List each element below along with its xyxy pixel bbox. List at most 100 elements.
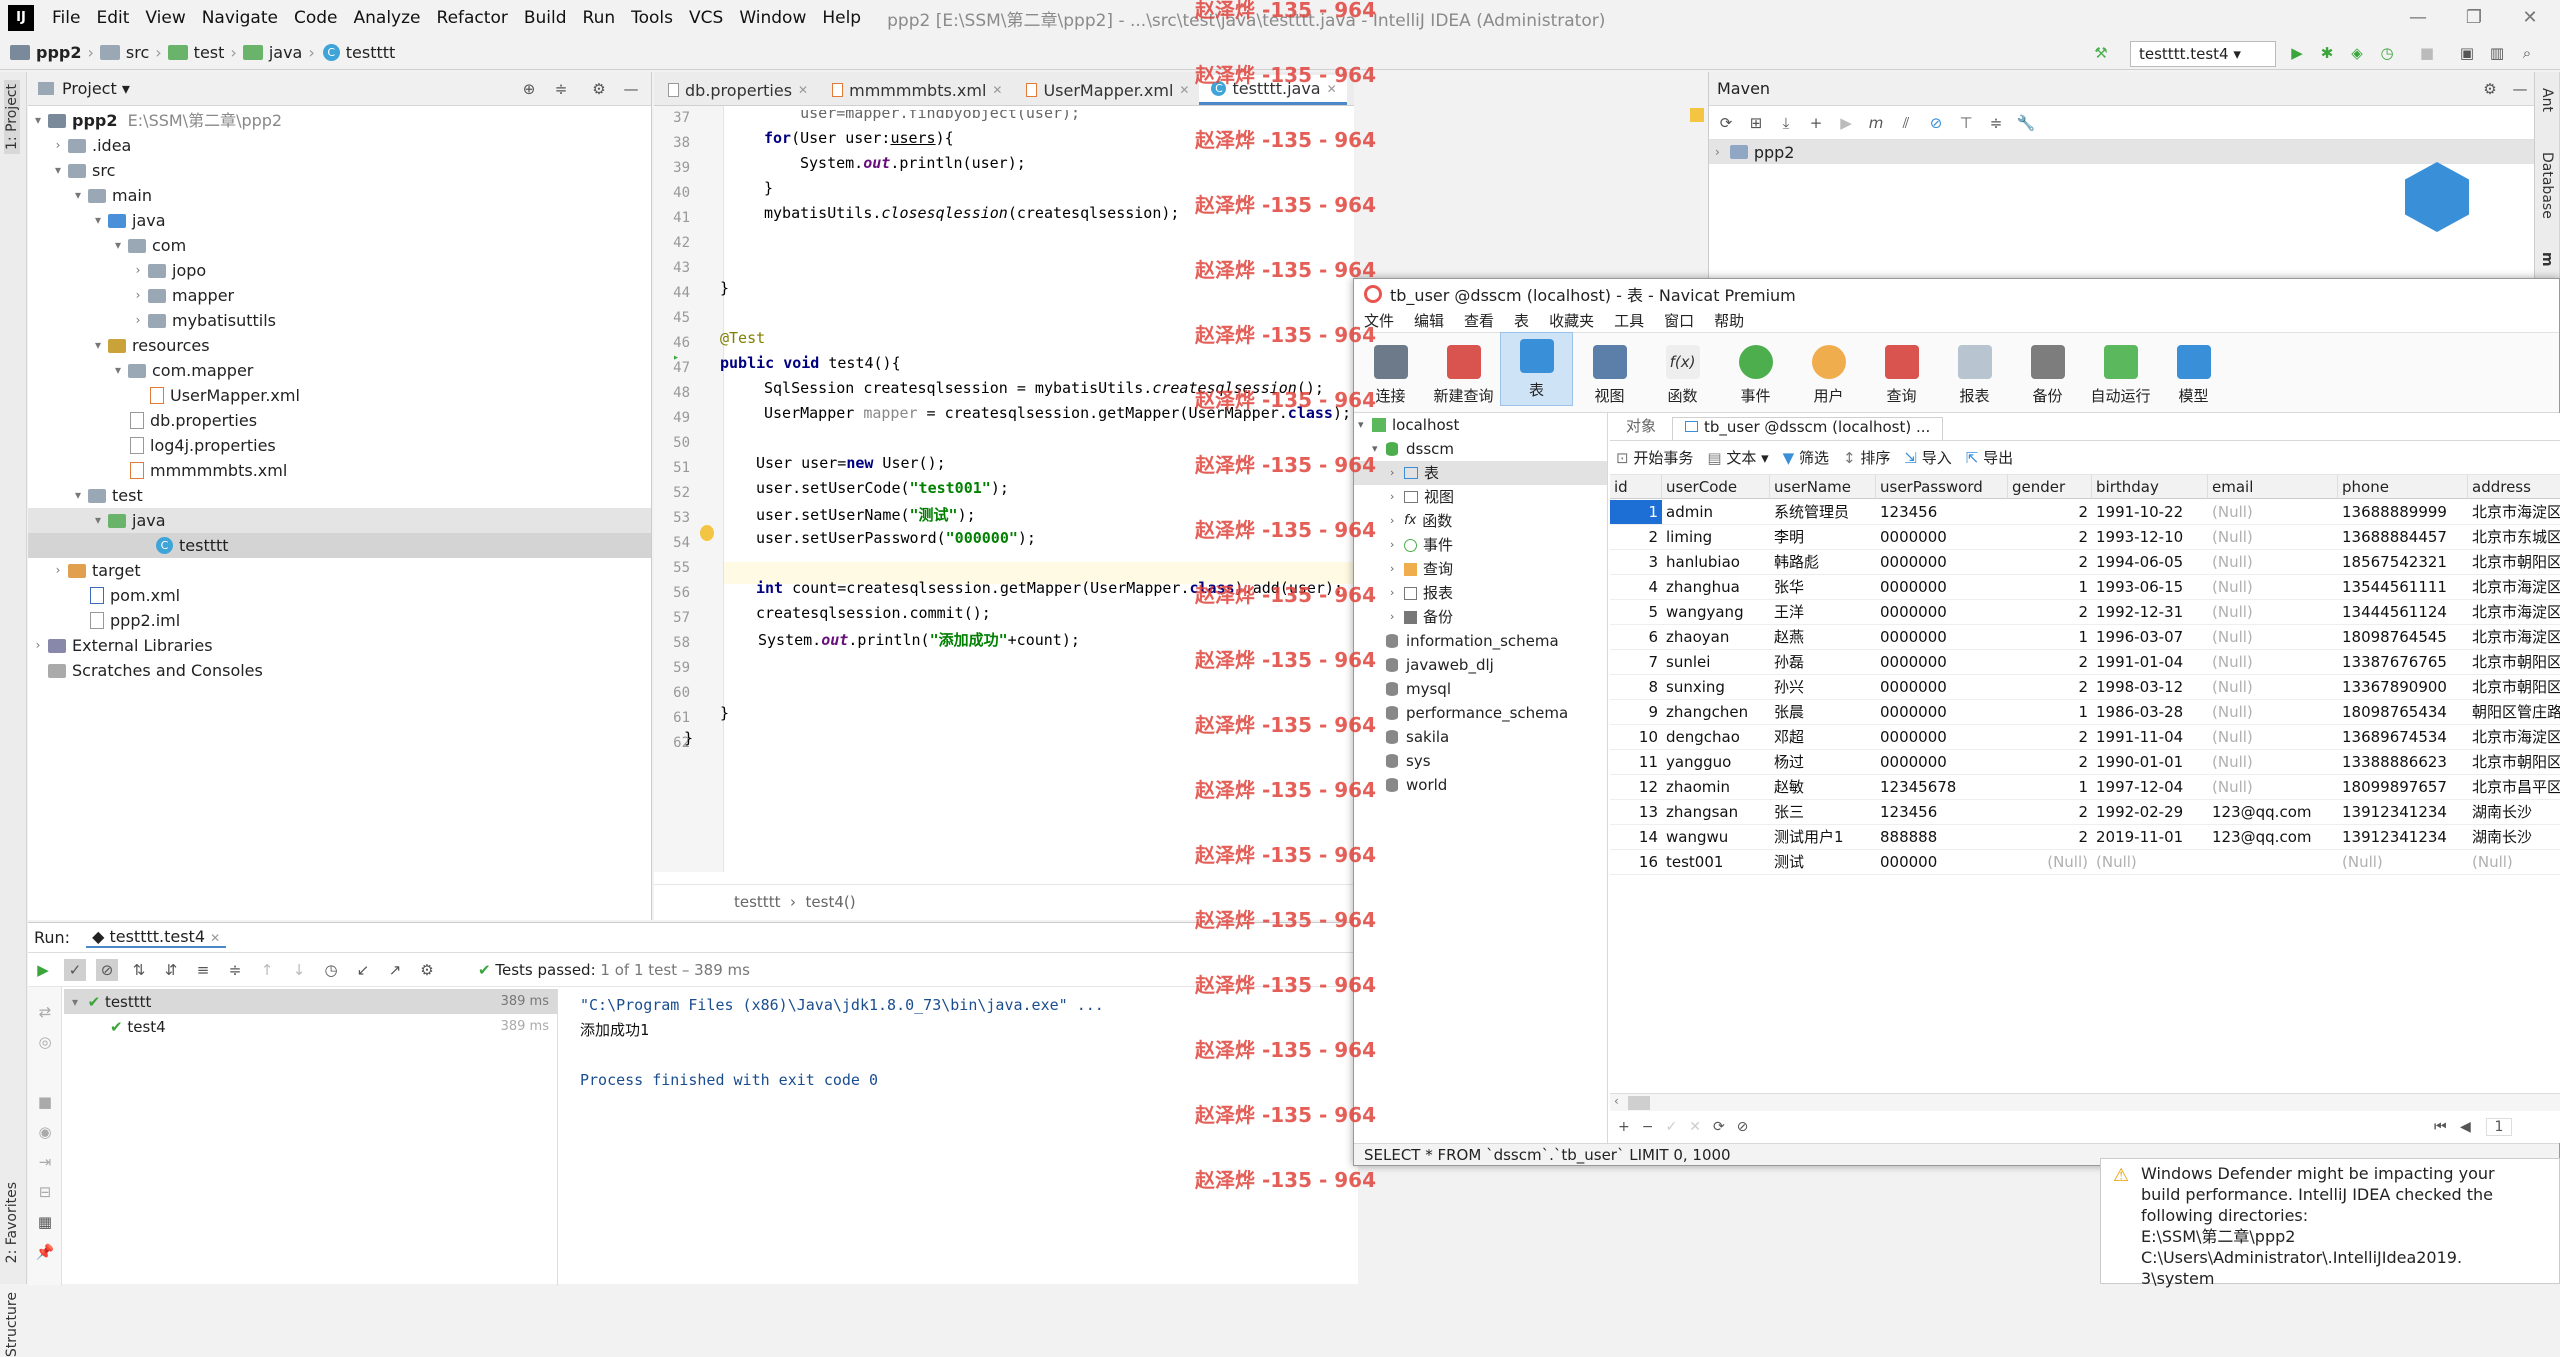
table-cell[interactable]: 湖南长沙	[2468, 825, 2560, 850]
ant-tool-tab[interactable]: Ant	[2539, 88, 2555, 112]
table-cell[interactable]: 14	[1610, 825, 1662, 850]
table-cell[interactable]: (Null)	[2208, 575, 2338, 600]
event-button[interactable]: 事件	[1719, 345, 1792, 406]
table-cell[interactable]: 2	[2008, 800, 2092, 825]
user-button[interactable]: 用户	[1792, 345, 1865, 406]
table-cell[interactable]: 1990-01-01	[2092, 750, 2208, 775]
table-cell[interactable]: 8	[1610, 675, 1662, 700]
column-header-birthday[interactable]: birthday	[2092, 475, 2208, 499]
nv-db-performance-schema[interactable]: performance_schema	[1386, 701, 1568, 725]
maximize-icon[interactable]: ❐	[2444, 4, 2504, 32]
run-icon[interactable]: ▶	[2286, 42, 2308, 64]
nv-menu-table[interactable]: 表	[1504, 310, 1539, 331]
run-tab[interactable]: ◆ testttt.test4 ✕	[86, 927, 227, 948]
menu-file[interactable]: File	[44, 8, 88, 28]
table-cell[interactable]: 9	[1610, 700, 1662, 725]
table-cell[interactable]: 北京市海淀区	[2468, 500, 2560, 525]
stop-icon[interactable]: ⊘	[1737, 1119, 1749, 1135]
table-cell[interactable]: zhanghua	[1662, 575, 1770, 600]
history-icon[interactable]: ◷	[320, 959, 342, 981]
column-header-gender[interactable]: gender	[2008, 475, 2092, 499]
reload-icon[interactable]: ⟳	[1715, 112, 1737, 134]
crumb-class-name[interactable]: testttt	[734, 893, 780, 911]
table-cell[interactable]: (Null)	[2208, 775, 2338, 800]
table-cell[interactable]: 北京市海淀区	[2468, 575, 2560, 600]
apply-icon[interactable]: ✓	[1665, 1119, 1677, 1135]
tree-node-idea[interactable]: › .idea	[50, 133, 132, 158]
collapse-all-icon[interactable]: ≑	[550, 78, 572, 100]
table-cell[interactable]: (Null)	[2208, 750, 2338, 775]
crumb-method-name[interactable]: test4()	[806, 893, 856, 911]
table-cell[interactable]: 张华	[1770, 575, 1876, 600]
table-cell[interactable]: 0000000	[1876, 550, 2008, 575]
tree-node-ppp2-iml[interactable]: ppp2.iml	[86, 608, 180, 633]
table-cell[interactable]: (Null)	[2008, 850, 2092, 875]
table-cell[interactable]: (Null)	[2092, 850, 2208, 875]
previous-failed-icon[interactable]: ↑	[256, 959, 278, 981]
nv-node-reports[interactable]: › 报表	[1390, 581, 1453, 605]
tab-mmmmmbts-xml[interactable]: mmmmmbts.xml ✕	[818, 75, 1012, 105]
tree-node-usermapper-xml[interactable]: UserMapper.xml	[146, 383, 300, 408]
pin-icon[interactable]: 📌	[34, 1241, 56, 1263]
nv-menu-edit[interactable]: 编辑	[1404, 310, 1454, 331]
table-cell[interactable]: 赵敏	[1770, 775, 1876, 800]
table-cell[interactable]: test001	[1662, 850, 1770, 875]
wrench-icon[interactable]: 🔧	[2015, 112, 2037, 134]
filter-button[interactable]: ▼ 筛选	[1783, 447, 1829, 468]
query-button[interactable]: 查询	[1865, 345, 1938, 406]
nv-db-sakila[interactable]: sakila	[1386, 725, 1449, 749]
menu-navigate[interactable]: Navigate	[194, 8, 286, 28]
tree-node-scratches[interactable]: Scratches and Consoles	[46, 658, 263, 683]
table-cell[interactable]: zhangchen	[1662, 700, 1770, 725]
column-header-id[interactable]: id	[1610, 475, 1662, 499]
skip-tests-icon[interactable]: ⊘	[1925, 112, 1947, 134]
new-query-button[interactable]: 新建查询	[1427, 345, 1500, 406]
profile-icon[interactable]: ◷	[2376, 42, 2398, 64]
backup-button[interactable]: 备份	[2011, 345, 2084, 406]
toggle-offline-icon[interactable]: ⫽	[1895, 112, 1917, 134]
table-cell[interactable]: hanlubiao	[1662, 550, 1770, 575]
first-page-icon[interactable]: ⏮	[2434, 1119, 2447, 1135]
rerun-icon[interactable]: ▶	[32, 959, 54, 981]
locate-icon[interactable]: ⊕	[518, 78, 540, 100]
import-button[interactable]: ⇲ 导入	[1904, 447, 1951, 468]
table-cell[interactable]: 2	[2008, 725, 2092, 750]
nv-node-queries[interactable]: › 查询	[1390, 557, 1453, 581]
nv-menu-favorites[interactable]: 收藏夹	[1539, 310, 1604, 331]
crumb-class[interactable]: testttt	[346, 43, 396, 62]
nv-db-mysql[interactable]: mysql	[1386, 677, 1451, 701]
table-cell[interactable]: (Null)	[2208, 525, 2338, 550]
menu-analyze[interactable]: Analyze	[346, 8, 429, 28]
tree-node-main-java[interactable]: ▾ java	[90, 208, 166, 233]
table-cell[interactable]: liming	[1662, 525, 1770, 550]
table-cell[interactable]: 北京市海淀区	[2468, 625, 2560, 650]
hide-panel-icon[interactable]: —	[2509, 78, 2531, 100]
tree-node-resources[interactable]: ▾ resources	[90, 333, 210, 358]
function-button[interactable]: f(x) 函数	[1646, 345, 1719, 406]
table-cell[interactable]: 2	[2008, 500, 2092, 525]
table-cell[interactable]: 13	[1610, 800, 1662, 825]
page-number[interactable]: 1	[2486, 1118, 2512, 1136]
menu-edit[interactable]: Edit	[88, 8, 137, 28]
table-cell[interactable]: 1993-12-10	[2092, 525, 2208, 550]
tree-node-mmmmmbts-xml[interactable]: mmmmmbts.xml	[126, 458, 287, 483]
restore-layout-icon[interactable]: ⊟	[34, 1181, 56, 1203]
sort-duration-icon[interactable]: ⇵	[160, 959, 182, 981]
nv-node-events[interactable]: › 事件	[1390, 533, 1453, 557]
table-cell[interactable]: 韩路彪	[1770, 550, 1876, 575]
table-cell[interactable]: 1996-03-07	[2092, 625, 2208, 650]
tree-node-ppp2[interactable]: ▾ ppp2 E:\SSM\第二章\ppp2	[30, 108, 282, 133]
table-cell[interactable]: 18099897657	[2338, 775, 2468, 800]
test-node-class[interactable]: ▾ ✔ testttt 389 ms	[64, 989, 557, 1014]
nv-db-javaweb-dlj[interactable]: javaweb_dlj	[1386, 653, 1494, 677]
download-icon[interactable]: ⤓	[1775, 112, 1797, 134]
export-tests-icon[interactable]: ↗	[384, 959, 406, 981]
table-cell[interactable]: (Null)	[2338, 850, 2468, 875]
nv-menu-view[interactable]: 查看	[1454, 310, 1504, 331]
table-cell[interactable]: 1991-11-04	[2092, 725, 2208, 750]
menu-build[interactable]: Build	[516, 8, 575, 28]
table-cell[interactable]: 0000000	[1876, 525, 2008, 550]
table-cell[interactable]: 1991-01-04	[2092, 650, 2208, 675]
table-cell[interactable]: zhangsan	[1662, 800, 1770, 825]
table-cell[interactable]: 系统管理员	[1770, 500, 1876, 525]
